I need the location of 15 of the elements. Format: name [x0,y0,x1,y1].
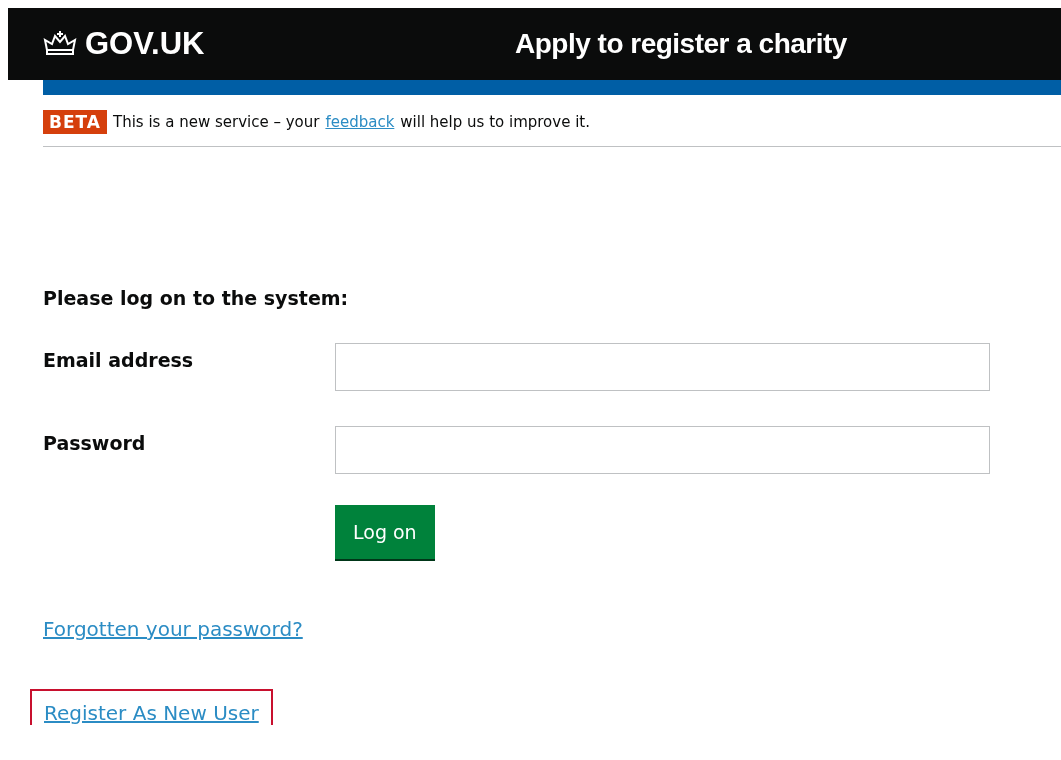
service-name[interactable]: Apply to register a charity [515,28,847,60]
text-link[interactable]: Forgotten your password? [43,617,303,641]
input-field[interactable] [335,426,990,474]
field-label: Email address [43,348,195,371]
input-field[interactable] [335,343,990,391]
field-label: Password [43,431,147,454]
feedback-link[interactable]: feedback [325,113,395,131]
phase-tag: BETA [43,110,107,134]
crown-icon [43,30,77,58]
logo-text[interactable]: GOV.UK [85,26,205,62]
form-heading: Please log on to the system: [43,287,350,309]
log-on-button[interactable]: Log on [335,505,435,559]
banner-text: This is a new service – your [113,113,320,131]
text-link[interactable]: Register As New User [44,701,259,725]
banner-text: will help us to improve it. [400,113,590,131]
